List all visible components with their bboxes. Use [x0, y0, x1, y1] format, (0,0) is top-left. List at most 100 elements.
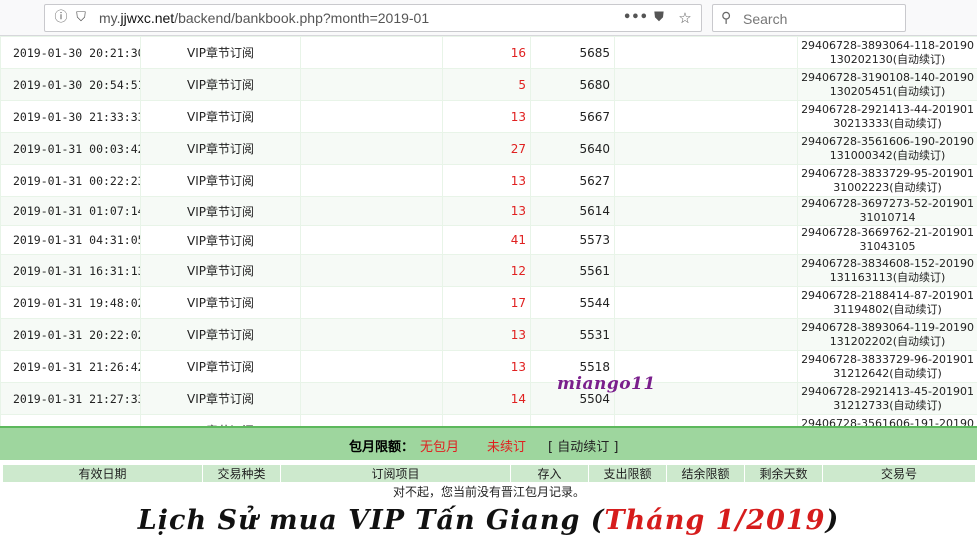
cell-date: 2019-01-30 20:54:51 — [0, 68, 141, 101]
cell-spacer — [614, 286, 798, 319]
cell-spacer — [300, 254, 443, 287]
cell-date: 2019-01-31 00:22:23 — [0, 164, 141, 197]
cell-type: VIP章节订阅 — [140, 225, 301, 255]
column-header: 交易号 — [822, 464, 976, 483]
cell-type: VIP章节订阅 — [140, 286, 301, 319]
package-table: 有效日期 交易种类 订阅项目 存入 支出限额 结余限额 剩余天数 交易号 对不起，您当前没有晋… — [2, 464, 976, 500]
table-row: 2019-01-30 20:21:30 VIP章节订阅 16 5685 29406728… — [0, 36, 977, 69]
cell-spacer — [614, 68, 798, 101]
column-header: 支出限额 — [588, 464, 667, 483]
cell-type: VIP章节订阅 — [140, 36, 301, 69]
url-text[interactable]: my.jjwxc.net/backend/bankbook.php?month=… — [99, 10, 429, 26]
cell-spacer — [300, 382, 443, 415]
browser-toolbar: ⓘ ⛉ my.jjwxc.net/backend/bankbook.php?mo… — [0, 0, 977, 36]
cell-spacer — [300, 68, 443, 101]
cell-spacer — [614, 164, 798, 197]
table-row: 2019-01-30 20:54:51 VIP章节订阅 5 5680 29406728-… — [0, 68, 977, 101]
cell-date: 2019-01-31 16:31:13 — [0, 254, 141, 287]
cell-spacer — [300, 286, 443, 319]
package-label: 包月限额： — [349, 440, 415, 455]
auto-renew-link[interactable]: [ 自动续订 ] — [548, 436, 618, 455]
more-actions-icon[interactable]: ••• — [623, 10, 648, 26]
pocket-icon[interactable]: ⛊ — [651, 10, 667, 26]
package-bar: 包月限额： 无包月 未续订 [ 自动续订 ] — [0, 426, 977, 460]
empty-message: 对不起，您当前没有晋江包月记录。 — [2, 482, 976, 500]
cell-spacer — [300, 196, 443, 226]
cell-date: 2019-01-31 19:48:02 — [0, 286, 141, 319]
cell-spacer — [614, 254, 798, 287]
cell-balance: 5573 — [530, 225, 615, 255]
cell-balance: 5680 — [530, 68, 615, 101]
table-row: 2019-01-31 16:31:13 VIP章节订阅 12 5561 29406728… — [0, 254, 977, 287]
cell-cost: 13 — [442, 350, 531, 383]
cell-type: VIP章节订阅 — [140, 196, 301, 226]
cell-type: VIP章节订阅 — [140, 100, 301, 133]
cell-type: VIP章节订阅 — [140, 350, 301, 383]
column-header: 结余限额 — [666, 464, 745, 483]
column-header: 存入 — [510, 464, 589, 483]
cell-spacer — [300, 318, 443, 351]
search-box[interactable]: ⚲ Search — [712, 4, 906, 32]
cell-balance: 5627 — [530, 164, 615, 197]
cell-spacer — [300, 225, 443, 255]
cell-date: 2019-01-31 04:31:05 — [0, 225, 141, 255]
bookmark-star-icon[interactable]: ☆ — [677, 10, 693, 26]
cell-type: VIP章节订阅 — [140, 68, 301, 101]
cell-spacer — [614, 196, 798, 226]
search-icon: ⚲ — [721, 10, 732, 26]
cell-date: 2019-01-30 21:33:33 — [0, 100, 141, 133]
cell-date: 2019-01-31 01:07:14 — [0, 196, 141, 226]
cell-cost: 13 — [442, 318, 531, 351]
cell-order-id: 29406728-2921413-45-20190131212733(自动续订) — [797, 382, 977, 415]
cell-spacer — [300, 164, 443, 197]
table-row: 2019-01-31 19:48:02 VIP章节订阅 17 5544 29406728… — [0, 286, 977, 319]
cell-balance: 5667 — [530, 100, 615, 133]
cell-balance: 5561 — [530, 254, 615, 287]
package-status: 无包月 — [420, 440, 460, 455]
info-icon[interactable]: ⓘ — [53, 10, 69, 26]
cell-cost: 13 — [442, 100, 531, 133]
cell-cost: 13 — [442, 164, 531, 197]
cell-order-id: 29406728-3561606-190-20190131000342(自动续订… — [797, 132, 977, 165]
watermark: miango11 — [557, 374, 656, 394]
cell-spacer — [300, 100, 443, 133]
search-input[interactable]: Search — [743, 11, 787, 27]
cell-cost: 16 — [442, 36, 531, 69]
cell-order-id: 29406728-3833729-96-20190131212642(自动续订) — [797, 350, 977, 383]
cell-date: 2019-01-30 20:21:30 — [0, 36, 141, 69]
cell-cost: 17 — [442, 286, 531, 319]
cell-type: VIP章节订阅 — [140, 318, 301, 351]
cell-order-id: 29406728-3833729-95-20190131002223(自动续订) — [797, 164, 977, 197]
cell-date: 2019-01-31 21:27:33 — [0, 382, 141, 415]
shield-icon[interactable]: ⛉ — [73, 10, 89, 26]
table-row: 2019-01-31 21:27:33 VIP章节订阅 14 5504 29406728… — [0, 382, 977, 415]
cell-date: 2019-01-31 21:26:42 — [0, 350, 141, 383]
column-header: 剩余天数 — [744, 464, 823, 483]
table-row: 2019-01-31 04:31:05 VIP章节订阅 41 5573 29406728… — [0, 225, 977, 255]
cell-spacer — [614, 100, 798, 133]
cell-order-id: 29406728-3669762-21-20190131043105 — [797, 225, 977, 255]
cell-cost: 5 — [442, 68, 531, 101]
cell-order-id: 29406728-3834608-152-20190131163113(自动续订… — [797, 254, 977, 287]
renew-status: 未续订 — [487, 440, 527, 455]
column-header: 订阅项目 — [280, 464, 511, 483]
table-row: 2019-01-31 01:07:14 VIP章节订阅 13 5614 29406728… — [0, 196, 977, 226]
cell-spacer — [300, 36, 443, 69]
column-header: 有效日期 — [2, 464, 203, 483]
column-header: 交易种类 — [202, 464, 281, 483]
cell-date: 2019-01-31 00:03:42 — [0, 132, 141, 165]
cell-cost: 12 — [442, 254, 531, 287]
table-row: 2019-01-31 20:22:02 VIP章节订阅 13 5531 29406728… — [0, 318, 977, 351]
table-row: 2019-01-31 00:22:23 VIP章节订阅 13 5627 29406728… — [0, 164, 977, 197]
cell-order-id: 29406728-2921413-44-20190130213333(自动续订) — [797, 100, 977, 133]
cell-order-id: 29406728-3893064-118-20190130202130(自动续订… — [797, 36, 977, 69]
cell-cost: 41 — [442, 225, 531, 255]
table-row: 2019-01-31 21:26:42 VIP章节订阅 13 5518 29406728… — [0, 350, 977, 383]
cell-balance: 5640 — [530, 132, 615, 165]
cell-balance: 5685 — [530, 36, 615, 69]
table-row: 2019-01-30 21:33:33 VIP章节订阅 13 5667 29406728… — [0, 100, 977, 133]
cell-order-id: 29406728-3893064-119-20190131202202(自动续订… — [797, 318, 977, 351]
cell-spacer — [300, 350, 443, 383]
address-bar[interactable]: ⓘ ⛉ my.jjwxc.net/backend/bankbook.php?mo… — [44, 4, 702, 32]
cell-type: VIP章节订阅 — [140, 254, 301, 287]
